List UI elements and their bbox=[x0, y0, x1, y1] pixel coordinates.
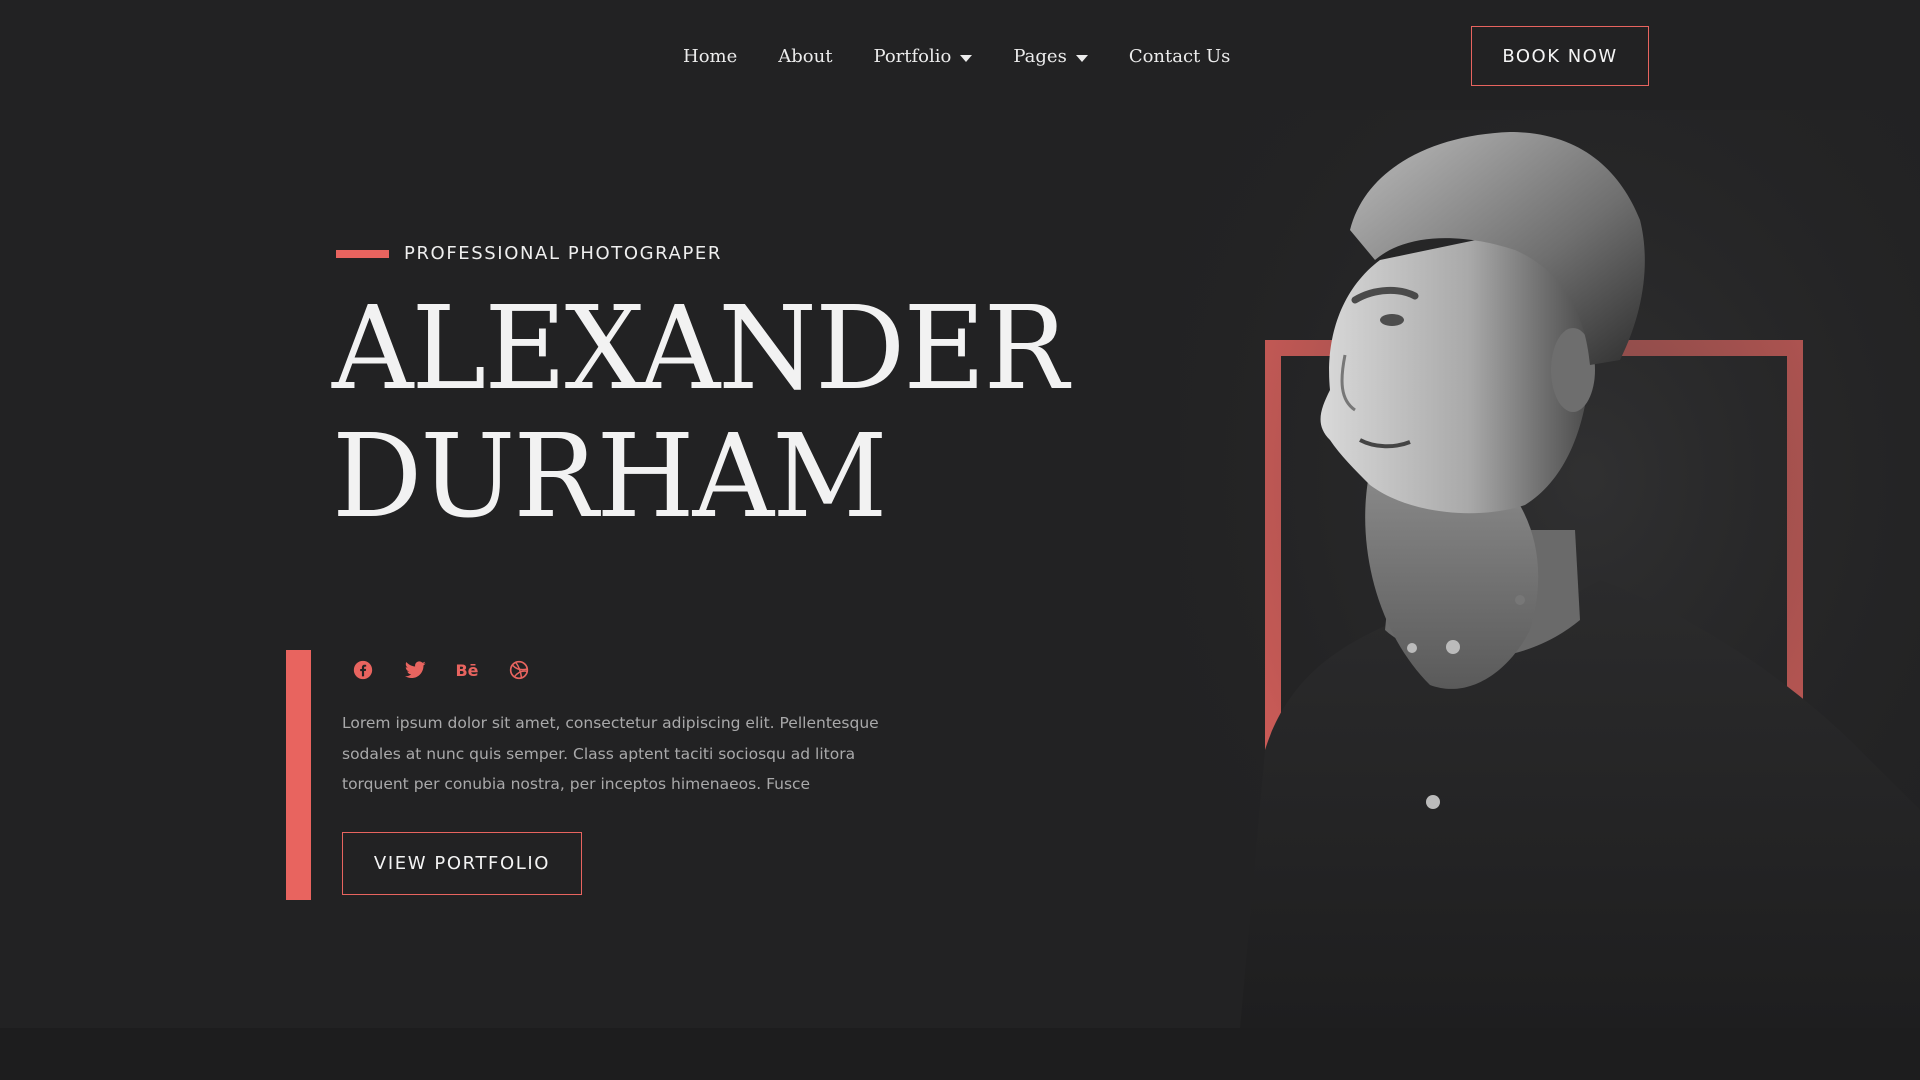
portrait-photo bbox=[1180, 110, 1920, 1028]
nav-item-label: Portfolio bbox=[873, 46, 952, 67]
nav-item-label: Contact Us bbox=[1128, 46, 1231, 67]
nav-item-about[interactable]: About bbox=[778, 44, 832, 70]
nav-item-label: Pages bbox=[1013, 46, 1067, 67]
hero-title: ALEXANDER DURHAM bbox=[332, 282, 1069, 544]
dribbble-link[interactable] bbox=[504, 655, 534, 685]
behance-icon: Bē bbox=[455, 660, 479, 680]
facebook-icon bbox=[353, 660, 373, 680]
chevron-down-icon bbox=[1075, 55, 1088, 62]
hero-eyebrow: PROFESSIONAL PHOTOGRAPER bbox=[404, 243, 723, 264]
hero-title-line1: ALEXANDER bbox=[332, 282, 1069, 416]
book-now-button[interactable]: BOOK NOW bbox=[1471, 26, 1649, 86]
eyebrow-accent-line bbox=[336, 250, 389, 258]
nav-item-contact[interactable]: Contact Us bbox=[1129, 44, 1231, 70]
behance-link[interactable]: Bē bbox=[452, 655, 482, 685]
dribbble-icon bbox=[509, 660, 529, 680]
hero-section: Home About Portfolio Pages Contact Us BO… bbox=[0, 0, 1920, 1028]
chevron-down-icon bbox=[960, 55, 973, 62]
section-divider bbox=[0, 1028, 1920, 1080]
nav-item-portfolio[interactable]: Portfolio bbox=[873, 44, 973, 70]
hero-description: Lorem ipsum dolor sit amet, consectetur … bbox=[342, 714, 879, 793]
intro-accent-bar bbox=[286, 650, 311, 900]
nav-item-pages[interactable]: Pages bbox=[1013, 44, 1088, 70]
nav-item-home[interactable]: Home bbox=[683, 44, 737, 70]
view-portfolio-button[interactable]: VIEW PORTFOLIO bbox=[342, 832, 582, 895]
nav-item-label: About bbox=[778, 46, 833, 67]
nav-item-label: Home bbox=[683, 46, 738, 67]
twitter-icon bbox=[404, 661, 426, 679]
twitter-link[interactable] bbox=[400, 655, 430, 685]
facebook-link[interactable] bbox=[348, 655, 378, 685]
hero-title-line2: DURHAM bbox=[332, 410, 887, 544]
main-nav: Home About Portfolio Pages Contact Us bbox=[683, 44, 1230, 70]
social-links: Bē bbox=[348, 655, 534, 685]
